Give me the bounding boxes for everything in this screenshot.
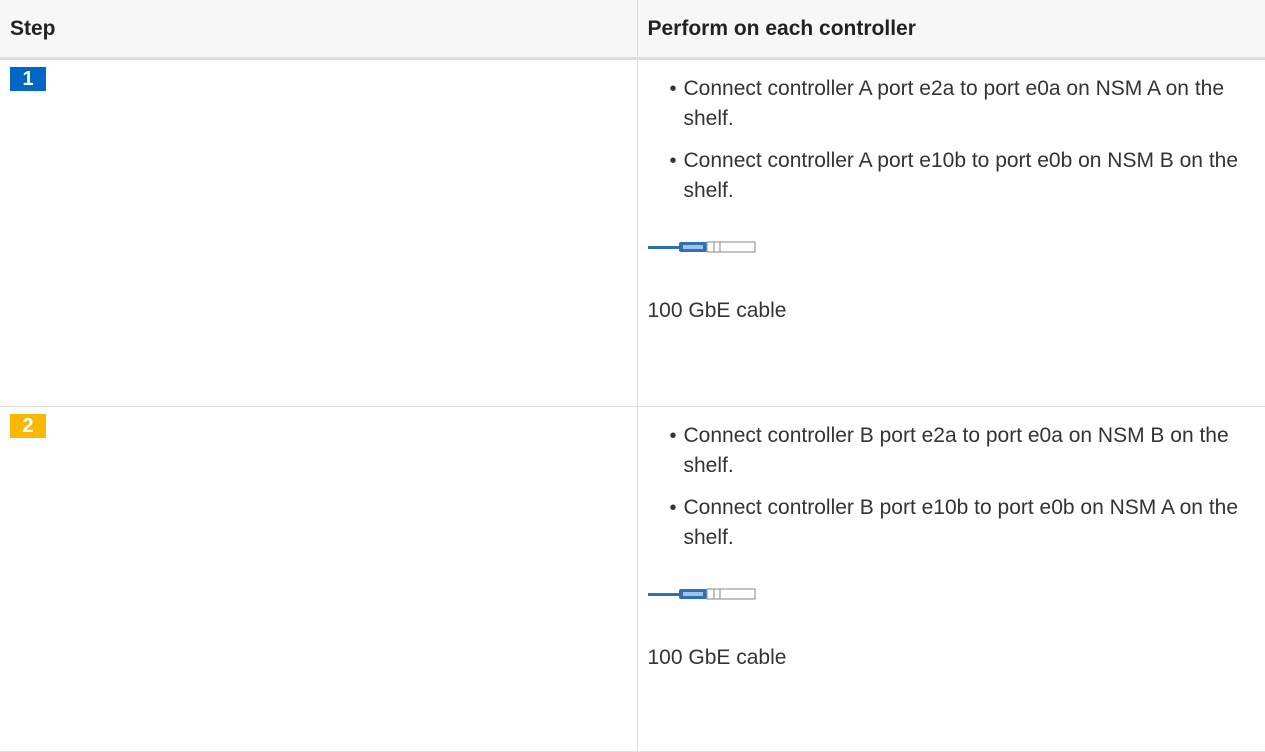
cable-label: 100 GbE cable <box>647 646 787 669</box>
instruction-text: Connect controller A port e2a to port e0… <box>683 77 1225 130</box>
instruction-item: • Connect controller B port e2a to port e… <box>648 421 1246 481</box>
table-header-row: Step Perform on each controller <box>0 0 1265 60</box>
table-row: 2 • Connect controller B port e2a to port… <box>0 406 1265 752</box>
step-number-badge: 1 <box>10 67 46 91</box>
instruction-item: • Connect controller A port e10b to port … <box>648 146 1246 206</box>
perform-cell: • Connect controller B port e2a to port e… <box>636 406 1265 752</box>
instruction-list: • Connect controller B port e2a to port e… <box>648 421 1246 553</box>
instruction-list: • Connect controller A port e2a to port e… <box>648 74 1246 206</box>
step-cell: 2 <box>0 406 638 752</box>
step-number-badge: 2 <box>10 414 46 438</box>
instruction-item: • Connect controller A port e2a to port e… <box>648 74 1246 134</box>
perform-cell: • Connect controller A port e2a to port e… <box>636 58 1265 407</box>
cabling-steps-table: Step Perform on each controller 1 • Conne… <box>0 0 1265 752</box>
bullet-icon: • <box>669 150 677 172</box>
instruction-item: • Connect controller B port e10b to port … <box>648 493 1246 553</box>
cable-label: 100 GbE cable <box>647 299 787 322</box>
instruction-text: Connect controller A port e10b to port e… <box>683 149 1239 202</box>
column-header-perform: Perform on each controller <box>636 0 1265 60</box>
instruction-text: Connect controller B port e2a to port e0… <box>683 424 1229 477</box>
table-row: 1 • Connect controller A port e2a to port… <box>0 58 1265 407</box>
instruction-text: Connect controller B port e10b to port e… <box>683 496 1239 549</box>
bullet-icon: • <box>669 425 677 447</box>
cable-icon <box>647 588 756 600</box>
step-cell: 1 <box>0 58 638 407</box>
cable-icon <box>647 241 756 253</box>
column-header-step: Step <box>0 0 638 60</box>
bullet-icon: • <box>669 497 677 519</box>
bullet-icon: • <box>669 78 677 100</box>
